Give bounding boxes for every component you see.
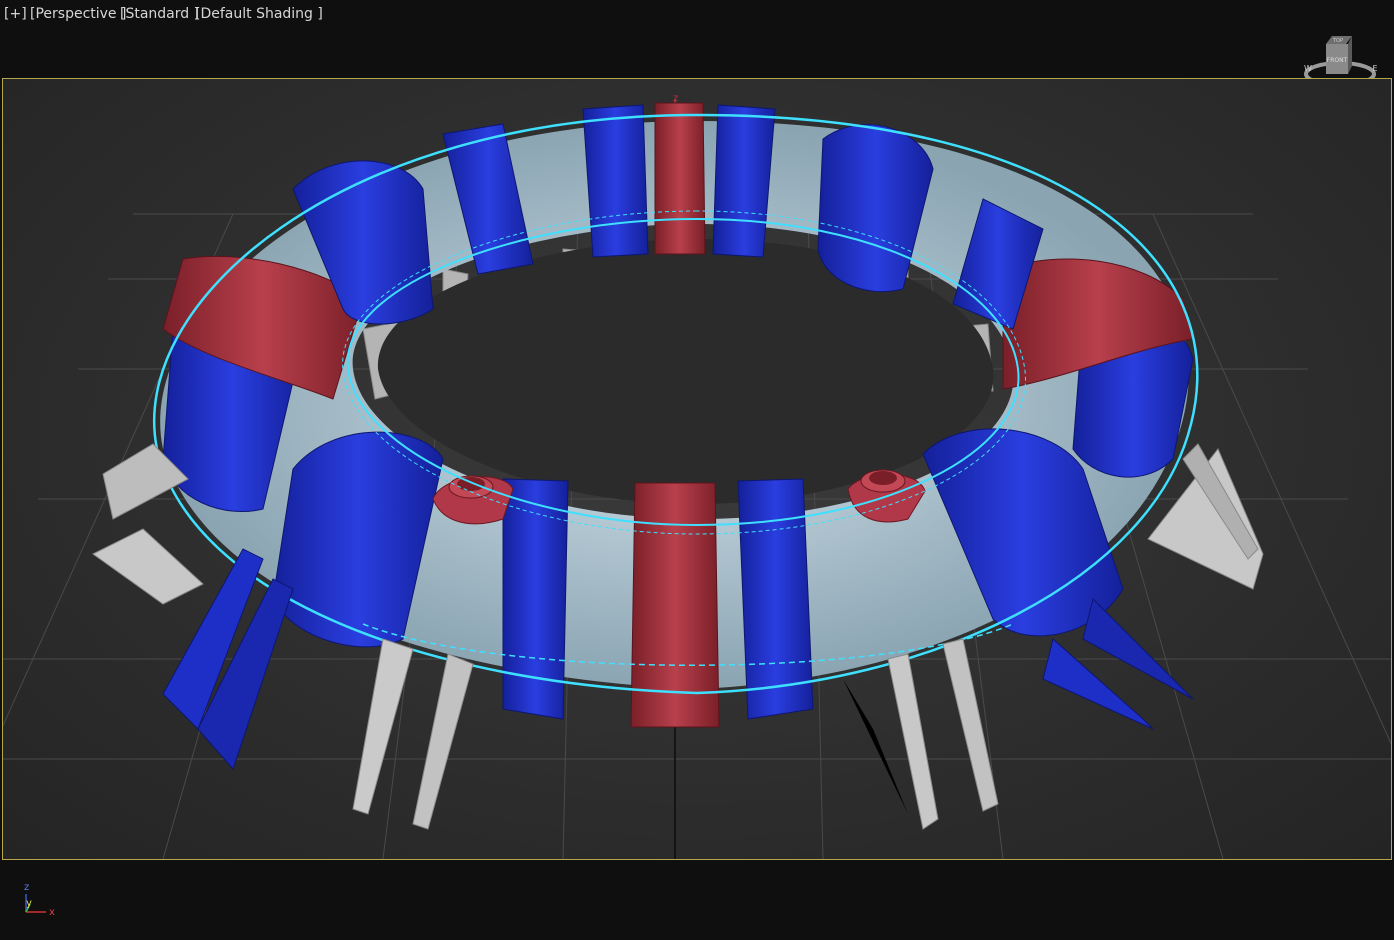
compass-east-label[interactable]: E	[1372, 64, 1377, 73]
viewport-header: [+] [Perspective ] [Standard ] [Default …	[0, 0, 1394, 30]
view-type-button[interactable]: [Perspective ]	[30, 6, 126, 22]
renderer-button[interactable]: [Standard ]	[120, 6, 199, 22]
compass-west-label[interactable]: W	[1304, 64, 1312, 73]
axis-x-label: x	[49, 907, 55, 918]
torus-assembly[interactable]	[152, 102, 1199, 728]
shading-mode-button[interactable]: [Default Shading ]	[195, 6, 323, 22]
coil-band[interactable]	[817, 124, 934, 293]
axis-z-label: z	[24, 882, 29, 893]
coil-band[interactable]	[712, 104, 776, 258]
viewcube-face-label[interactable]: FRONT	[1327, 57, 1348, 64]
viewcube-top-label[interactable]: TOP	[1332, 38, 1343, 44]
perspective-viewport[interactable]: x z	[2, 78, 1392, 860]
coil-band[interactable]	[654, 102, 706, 255]
axis-y-label: y	[26, 898, 32, 909]
viewport-menu-button[interactable]: [+]	[4, 6, 27, 22]
scene-axis-z-label: z	[673, 93, 678, 104]
viewcube-side-face[interactable]	[1348, 36, 1352, 74]
axis-tripod: z y x	[24, 882, 55, 918]
scene-canvas[interactable]: x z	[3, 79, 1391, 859]
coil-band[interactable]	[502, 478, 569, 720]
coil-band[interactable]	[582, 104, 649, 258]
